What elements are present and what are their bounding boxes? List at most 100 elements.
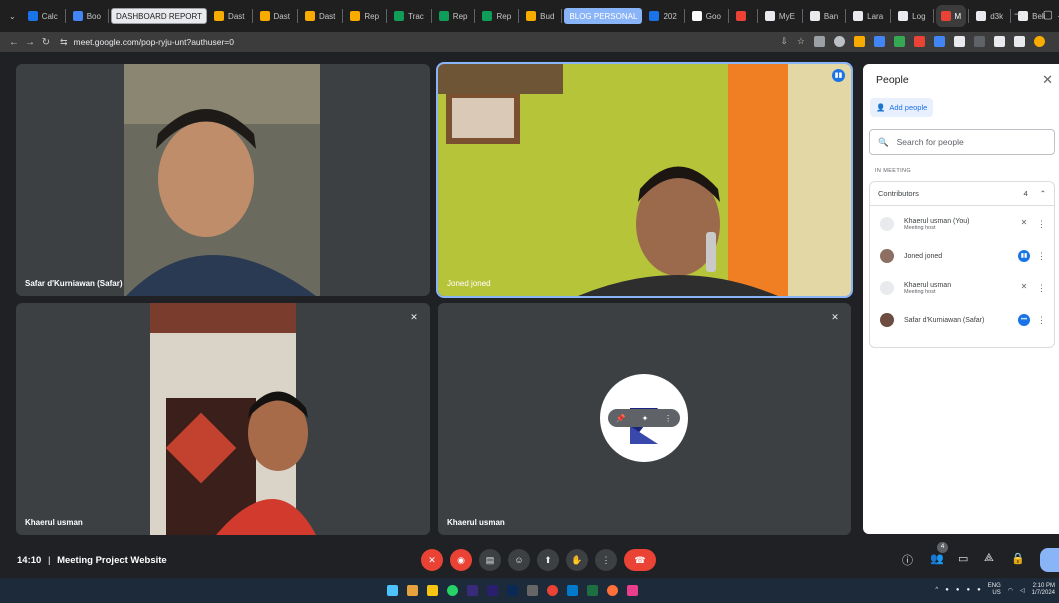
- video-tile[interactable]: 📌 ✦ ⋮ ✕ Khaerul usman: [438, 303, 851, 535]
- firefox-icon[interactable]: [607, 585, 618, 596]
- browser-tab[interactable]: d3k: [971, 5, 1008, 27]
- leave-call-button[interactable]: ☎: [624, 549, 656, 571]
- extension-icon[interactable]: [974, 36, 985, 47]
- extension-icon[interactable]: [894, 36, 905, 47]
- browser-tab[interactable]: Dast: [255, 5, 295, 27]
- volume-icon[interactable]: ◁: [1020, 587, 1025, 594]
- after-effects-icon[interactable]: [467, 585, 478, 596]
- tab-search-icon[interactable]: ⌄: [4, 5, 21, 27]
- extension-icon[interactable]: [854, 36, 865, 47]
- browser-tab[interactable]: Dast: [209, 5, 249, 27]
- browser-tab[interactable]: MyE: [760, 5, 800, 27]
- tray-app-icon[interactable]: ●: [967, 587, 971, 593]
- chrome-icon[interactable]: [547, 585, 558, 596]
- photoshop-icon[interactable]: [507, 585, 518, 596]
- browser-tab[interactable]: Boo: [68, 5, 106, 27]
- captions-button[interactable]: ▤: [479, 549, 501, 571]
- widgets-icon[interactable]: [407, 585, 418, 596]
- chevron-up-icon[interactable]: ^: [935, 587, 938, 593]
- wifi-icon[interactable]: ◠: [1008, 587, 1013, 594]
- extension-icon[interactable]: [814, 36, 825, 47]
- more-options-icon[interactable]: ⋮: [1037, 315, 1046, 326]
- contributors-header[interactable]: Contributors 4 ⌃: [870, 182, 1054, 206]
- extension-icon[interactable]: [934, 36, 945, 47]
- video-tile[interactable]: ▮▮ Joned joned: [436, 62, 853, 298]
- minimize-button[interactable]: –: [1014, 8, 1020, 21]
- browser-tab[interactable]: Bud: [521, 5, 559, 27]
- extension-icon[interactable]: [834, 36, 845, 47]
- premiere-icon[interactable]: [487, 585, 498, 596]
- close-icon[interactable]: ✕: [1042, 72, 1053, 88]
- whatsapp-icon[interactable]: [447, 585, 458, 596]
- tray-app-icon[interactable]: ●: [956, 587, 960, 593]
- reload-icon[interactable]: ↻: [38, 37, 54, 48]
- participant-row[interactable]: Safar d'Kurniawan (Safar) ••• ⋮: [870, 305, 1056, 335]
- excel-icon[interactable]: [587, 585, 598, 596]
- extension-icon[interactable]: [914, 36, 925, 47]
- language-indicator[interactable]: ENG US: [988, 583, 1001, 597]
- tray-app-icon[interactable]: ●: [977, 587, 981, 593]
- companion-button[interactable]: [1040, 548, 1059, 572]
- vscode-icon[interactable]: [567, 585, 578, 596]
- bookmark-star-icon[interactable]: ☆: [797, 36, 805, 47]
- browser-tab[interactable]: Lara: [848, 5, 888, 27]
- more-options-icon[interactable]: ⋮: [664, 414, 672, 423]
- activities-icon[interactable]: ⟁: [984, 552, 994, 565]
- video-tile[interactable]: ✕ Khaerul usman: [16, 303, 430, 535]
- app-icon[interactable]: [627, 585, 638, 596]
- browser-tab[interactable]: Rep: [434, 5, 473, 27]
- meeting-details-icon[interactable]: ⓘ: [902, 552, 913, 568]
- search-input[interactable]: [896, 137, 1037, 147]
- start-icon[interactable]: [387, 585, 398, 596]
- browser-tab[interactable]: M: [935, 5, 967, 27]
- forward-icon[interactable]: →: [22, 37, 38, 48]
- site-info-icon[interactable]: ⇆: [60, 37, 68, 48]
- browser-tab[interactable]: Goo: [687, 5, 726, 27]
- host-controls-icon[interactable]: 🔒: [1011, 552, 1025, 565]
- video-tile[interactable]: Safar d'Kurniawan (Safar): [16, 64, 430, 296]
- participant-row[interactable]: Khaerul usman (You) Meeting host ✕ ⋮: [870, 209, 1056, 239]
- back-icon[interactable]: ←: [6, 37, 22, 48]
- extension-icon[interactable]: [874, 36, 885, 47]
- maximize-button[interactable]: ▢: [1043, 8, 1053, 21]
- browser-tab[interactable]: DASHBOARD REPORT: [110, 8, 208, 24]
- more-options-icon[interactable]: ⋮: [1037, 251, 1046, 262]
- browser-tab[interactable]: Calc: [23, 5, 63, 27]
- people-search[interactable]: 🔍: [869, 129, 1055, 155]
- browser-tab[interactable]: BLOG PERSONAL: [564, 8, 643, 24]
- tray-app-icon[interactable]: ●: [945, 587, 949, 593]
- sidepanel-icon[interactable]: [1014, 36, 1025, 47]
- chevron-up-icon[interactable]: ⌃: [1040, 189, 1046, 198]
- browser-tab[interactable]: Rep: [477, 5, 516, 27]
- more-options-icon[interactable]: ⋮: [1037, 283, 1046, 294]
- clock[interactable]: 2:10 PM 1/7/2024: [1032, 583, 1055, 597]
- download-icon[interactable]: ⇩: [780, 36, 788, 47]
- chat-icon[interactable]: ▭: [958, 552, 968, 565]
- new-tab-button[interactable]: +: [1052, 5, 1059, 27]
- present-button[interactable]: ⬆: [537, 549, 559, 571]
- browser-tab[interactable]: Log: [893, 5, 930, 27]
- app-icon[interactable]: [527, 585, 538, 596]
- raise-hand-button[interactable]: ✋: [566, 549, 588, 571]
- emoji-button[interactable]: ☺: [508, 549, 530, 571]
- url-field[interactable]: ⇆ meet.google.com/pop-ryju-unt?authuser=…: [60, 37, 234, 48]
- add-people-button[interactable]: 👤 Add people: [870, 98, 934, 117]
- browser-tab[interactable]: Trac: [389, 5, 429, 27]
- mic-toggle-button[interactable]: ✕: [421, 549, 443, 571]
- camera-toggle-button[interactable]: ◉: [450, 549, 472, 571]
- participant-row[interactable]: Khaerul usman Meeting host ✕ ⋮: [870, 273, 1056, 303]
- browser-tab[interactable]: [731, 5, 755, 27]
- browser-tab[interactable]: Rep: [345, 5, 384, 27]
- effects-icon[interactable]: ✦: [642, 414, 649, 423]
- profile-avatar[interactable]: [1034, 36, 1045, 47]
- browser-tab[interactable]: Ban: [805, 5, 843, 27]
- more-options-button[interactable]: ⋮: [595, 549, 617, 571]
- participant-row[interactable]: Joned joned ▮▮ ⋮: [870, 241, 1056, 271]
- extension-icon[interactable]: [994, 36, 1005, 47]
- people-icon[interactable]: 👥: [930, 552, 944, 565]
- file-explorer-icon[interactable]: [427, 585, 438, 596]
- browser-tab[interactable]: 202: [644, 5, 681, 27]
- browser-tab[interactable]: Dast: [300, 5, 340, 27]
- extension-icon[interactable]: [954, 36, 965, 47]
- pin-icon[interactable]: 📌: [616, 414, 626, 423]
